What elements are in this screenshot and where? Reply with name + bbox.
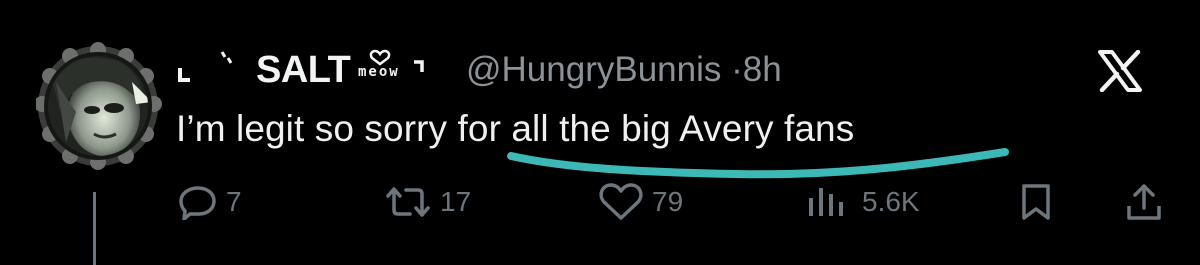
action-bar: 7 17 79 5.6K	[0, 180, 1200, 230]
avatar[interactable]	[34, 42, 166, 170]
annotation-underline	[507, 148, 1009, 179]
tweet[interactable]: SALT meow @HungryBunnis ·8h I’m legit so…	[0, 0, 1200, 265]
like-icon	[599, 183, 643, 220]
meow-label: meow	[358, 64, 400, 80]
reply-button[interactable]: 7	[178, 180, 242, 224]
share-icon	[1127, 184, 1161, 220]
like-count: 79	[652, 186, 684, 217]
corner-bracket-icon	[178, 51, 233, 82]
heart-icon	[369, 49, 391, 66]
handle-and-time: @HungryBunnis ·8h	[466, 50, 782, 90]
name-decoration: meow	[356, 48, 426, 88]
handle[interactable]: @HungryBunnis	[466, 50, 721, 89]
reply-count: 7	[226, 186, 242, 217]
x-logo-icon[interactable]	[1098, 50, 1142, 92]
timestamp[interactable]: 8h	[743, 50, 782, 89]
bookmark-icon	[1022, 184, 1050, 220]
like-button[interactable]: 79	[598, 180, 683, 224]
display-name[interactable]: SALT	[256, 48, 351, 92]
views-button[interactable]: 5.6K	[806, 180, 920, 224]
views-icon	[809, 188, 843, 216]
corner-bracket-right-icon	[414, 60, 424, 72]
share-button[interactable]	[1124, 180, 1164, 224]
retweet-icon	[386, 187, 430, 217]
reply-icon	[179, 186, 216, 220]
retweet-button[interactable]: 17	[384, 180, 471, 224]
retweet-count: 17	[440, 186, 472, 217]
bookmark-button[interactable]	[1018, 180, 1054, 224]
view-count: 5.6K	[862, 186, 920, 217]
separator: ·	[731, 50, 743, 89]
